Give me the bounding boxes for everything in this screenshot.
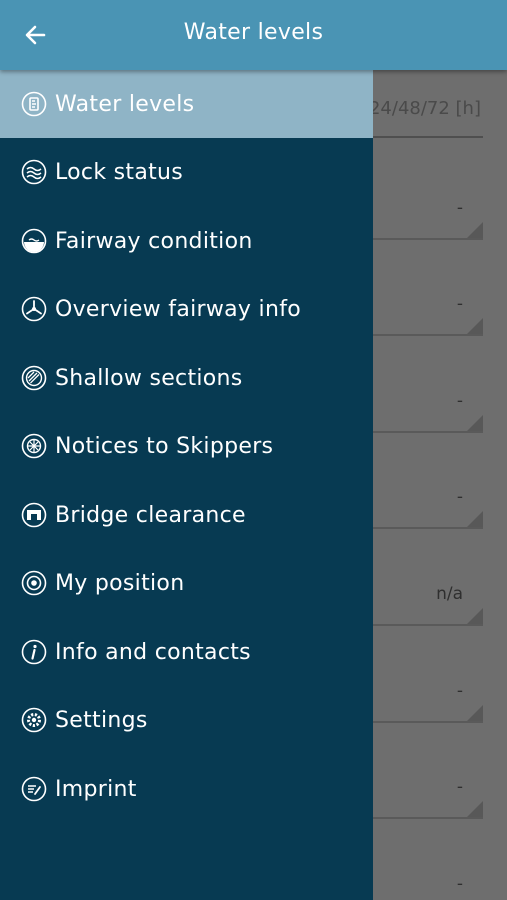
row-divider — [372, 624, 483, 626]
row-value: - — [456, 391, 463, 411]
drawer-item-label: My position — [55, 570, 185, 596]
bridge-icon — [21, 502, 47, 528]
drawer-item-my-position[interactable]: My position — [0, 549, 373, 617]
striped-circle-icon — [21, 365, 47, 391]
drawer-item-label: Shallow sections — [55, 365, 243, 391]
row-value: n/a — [436, 584, 463, 604]
target-icon — [21, 570, 47, 596]
drawer-item-label: Overview fairway info — [55, 296, 302, 322]
row-divider — [372, 527, 483, 529]
drawer-item-shallow-sections[interactable]: Shallow sections — [0, 344, 373, 412]
row-value: - — [456, 294, 463, 314]
drawer-item-lock-status[interactable]: Lock status — [0, 138, 373, 206]
row-divider — [372, 431, 483, 433]
fairway-icon — [21, 228, 47, 254]
drawer-item-label: Water levels — [55, 91, 195, 117]
propeller-icon — [21, 296, 47, 322]
info-icon — [21, 639, 47, 665]
row-divider — [372, 334, 483, 336]
row-value: - — [456, 874, 463, 894]
forecast-column-header: 24/48/72 [h] — [368, 98, 481, 119]
row-divider — [372, 817, 483, 819]
drawer-item-label: Lock status — [55, 159, 184, 185]
document-pen-icon — [21, 776, 47, 802]
gear-icon — [21, 707, 47, 733]
divider — [372, 136, 483, 138]
row-divider — [372, 238, 483, 240]
row-value: - — [456, 487, 463, 507]
drawer-item-label: Settings — [55, 707, 148, 733]
drawer-item-fairway-condition[interactable]: Fairway condition — [0, 207, 373, 275]
page-title: Water levels — [183, 20, 324, 45]
drawer-item-water-levels[interactable]: Water levels — [0, 70, 373, 138]
row-value: - — [456, 681, 463, 701]
drawer-item-imprint[interactable]: Imprint — [0, 755, 373, 823]
waves-icon — [21, 159, 47, 185]
drawer-item-label: Notices to Skippers — [55, 433, 274, 459]
row-divider — [372, 721, 483, 723]
drawer-item-label: Bridge clearance — [55, 502, 246, 528]
drawer-item-overview-fairway-info[interactable]: Overview fairway info — [0, 275, 373, 343]
drawer-item-bridge-clearance[interactable]: Bridge clearance — [0, 481, 373, 549]
row-value: - — [456, 198, 463, 218]
app-header: Water levels — [0, 0, 507, 70]
drawer-item-label: Info and contacts — [55, 639, 251, 665]
drawer-item-label: Imprint — [55, 776, 137, 802]
row-value: - — [456, 777, 463, 797]
navigation-drawer: Water levels Lock status Fairway conditi… — [0, 70, 373, 900]
drawer-item-notices-to-skippers[interactable]: Notices to Skippers — [0, 412, 373, 480]
water-gauge-icon — [21, 91, 47, 117]
drawer-item-info-and-contacts[interactable]: Info and contacts — [0, 618, 373, 686]
drawer-item-label: Fairway condition — [55, 228, 253, 254]
drawer-item-settings[interactable]: Settings — [0, 686, 373, 754]
grid-circle-icon — [21, 433, 47, 459]
